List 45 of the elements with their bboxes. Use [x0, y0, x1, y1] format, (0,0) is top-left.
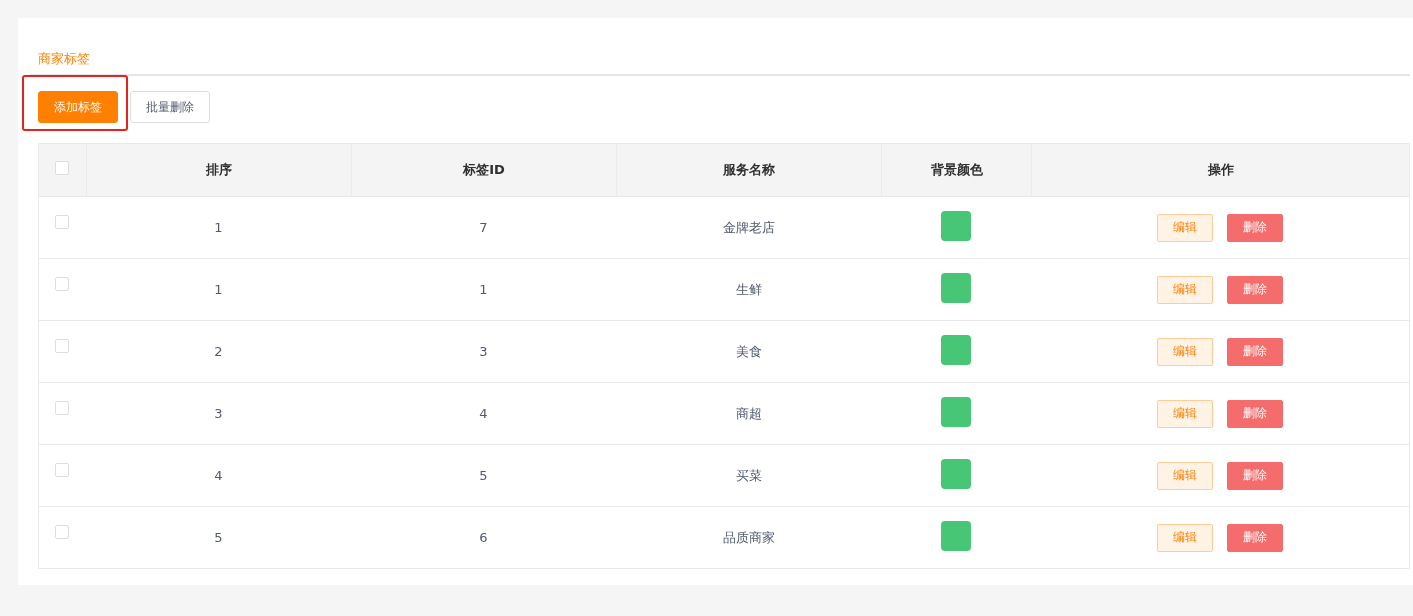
- table-cell: 品质商家: [722, 528, 775, 547]
- delete-button[interactable]: 删除: [1227, 523, 1283, 552]
- table-cell: 金牌老店: [722, 218, 775, 237]
- table-cell: 3: [214, 406, 223, 421]
- table-cell: 3: [479, 344, 488, 359]
- table-cell: 生鲜: [735, 280, 762, 299]
- table-cell: 美食: [735, 342, 762, 361]
- delete-button[interactable]: 删除: [1227, 461, 1283, 490]
- delete-button[interactable]: 删除: [1227, 337, 1283, 366]
- table-cell: 1: [479, 282, 488, 297]
- batch-delete-button[interactable]: 批量删除: [130, 91, 210, 123]
- tab[interactable]: 商家标签: [30, 48, 98, 74]
- table-cell: 5: [214, 530, 223, 545]
- delete-button[interactable]: 删除: [1227, 213, 1283, 242]
- column-header: 排序: [206, 161, 232, 179]
- checkbox[interactable]: [55, 339, 69, 353]
- table-cell: 6: [479, 530, 488, 545]
- table-cell: 商超: [735, 404, 762, 423]
- table-cell: 5: [479, 468, 488, 483]
- checkbox[interactable]: [55, 161, 69, 175]
- edit-button[interactable]: 编辑: [1157, 399, 1213, 428]
- table-cell: 4: [479, 406, 488, 421]
- column-header: 操作: [1207, 161, 1234, 179]
- table-cell: 2: [214, 344, 223, 359]
- table-cell: 1: [214, 282, 223, 297]
- edit-button[interactable]: 编辑: [1157, 523, 1213, 552]
- table-cell: 买菜: [735, 466, 762, 485]
- table-cell: 1: [214, 220, 223, 235]
- column-header: 标签ID: [463, 161, 505, 179]
- edit-button[interactable]: 编辑: [1157, 337, 1213, 366]
- edit-button[interactable]: 编辑: [1157, 275, 1213, 304]
- table-cell: 7: [479, 220, 488, 235]
- checkbox[interactable]: [55, 463, 69, 477]
- add-tag-button[interactable]: 添加标签: [38, 91, 118, 123]
- checkbox[interactable]: [55, 525, 69, 539]
- column-header: 背景颜色: [930, 161, 983, 179]
- delete-button[interactable]: 删除: [1227, 275, 1283, 304]
- checkbox[interactable]: [55, 401, 69, 415]
- checkbox[interactable]: [55, 277, 69, 291]
- checkbox[interactable]: [55, 215, 69, 229]
- edit-button[interactable]: 编辑: [1157, 461, 1213, 490]
- table-cell: 4: [214, 468, 223, 483]
- column-header: 服务名称: [723, 161, 775, 179]
- edit-button[interactable]: 编辑: [1157, 213, 1213, 242]
- delete-button[interactable]: 删除: [1227, 399, 1283, 428]
